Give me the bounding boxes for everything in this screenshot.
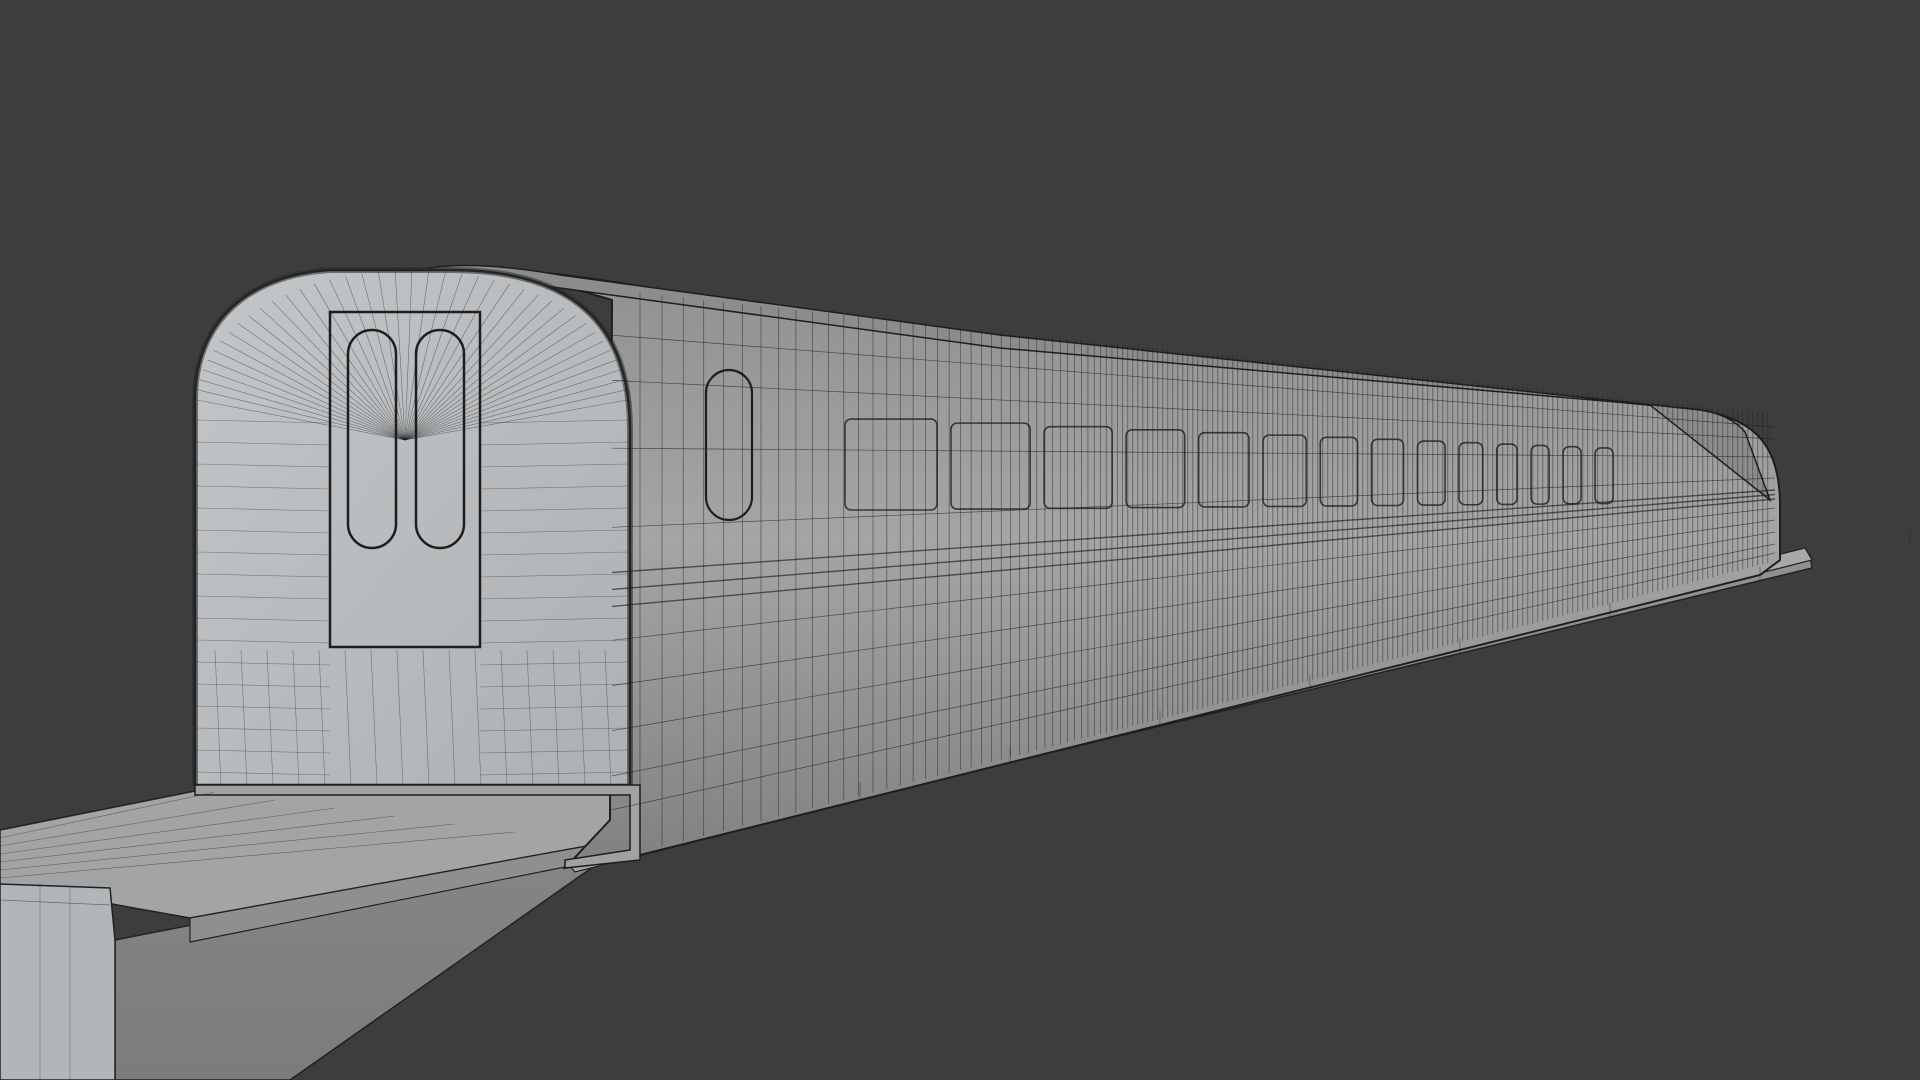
monorail-model-render bbox=[0, 264, 1911, 1080]
3d-viewport[interactable] bbox=[0, 0, 1920, 1080]
train-end-face bbox=[193, 268, 632, 787]
guideway-beam-end-face bbox=[0, 883, 116, 1080]
